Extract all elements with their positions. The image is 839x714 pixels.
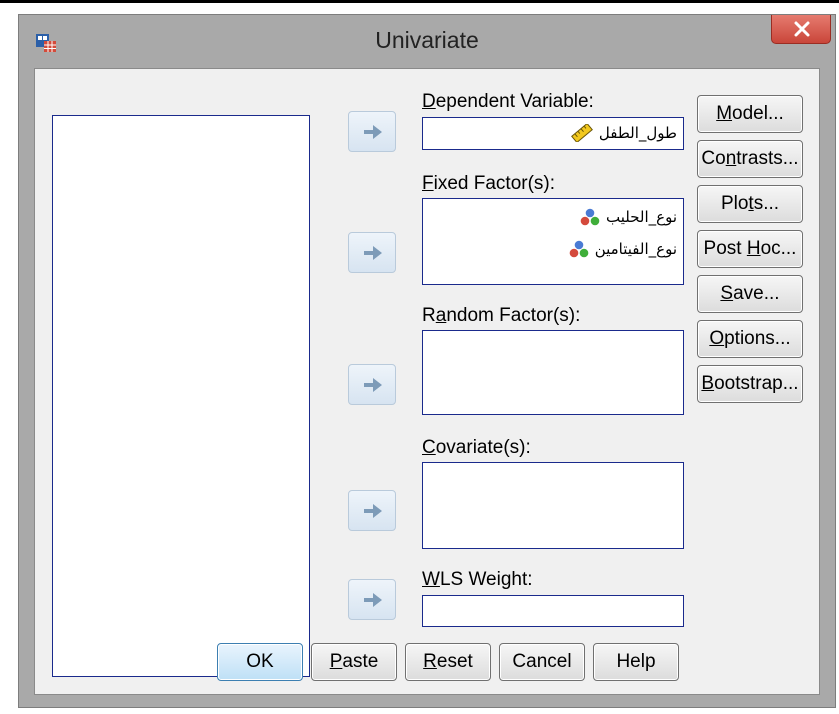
nominal-measure-icon — [569, 240, 588, 258]
dependent-variable-field[interactable]: طول_الطفل — [422, 117, 684, 150]
dependent-variable-item[interactable]: طول_الطفل — [570, 124, 677, 142]
source-variable-list[interactable] — [52, 115, 310, 677]
ruler-scale-icon — [570, 124, 593, 142]
covariates-list[interactable] — [422, 462, 684, 549]
options-button[interactable]: Options... — [697, 320, 803, 358]
title-bar[interactable]: Univariate — [19, 15, 835, 67]
fixed-factor-item[interactable]: نوع_الحليب — [580, 208, 677, 226]
right-arrow-icon — [364, 246, 382, 260]
plots-button[interactable]: Plo t s... — [697, 185, 803, 223]
fixed-factors-label: Fixed Factor(s): — [422, 173, 556, 194]
right-arrow-icon — [364, 593, 382, 607]
variable-name: طول_الطفل — [598, 124, 677, 142]
nominal-measure-icon — [580, 208, 600, 226]
move-to-random-factor-button[interactable] — [348, 364, 396, 405]
right-arrow-icon — [364, 125, 382, 139]
wls-weight-field[interactable] — [422, 595, 684, 627]
bootstrap-button[interactable]: Bootstrap... — [697, 365, 803, 403]
paste-button[interactable]: Paste — [311, 643, 397, 681]
move-to-fixed-factor-button[interactable] — [348, 232, 396, 273]
window-title: Univariate — [375, 27, 479, 53]
move-to-covariate-button[interactable] — [348, 490, 396, 531]
top-border-line — [0, 0, 839, 3]
dialog-body: Dependent Variable: طول_الطفل Fixed Fact… — [34, 68, 820, 695]
contrasts-button[interactable]: Co n trasts... — [697, 140, 803, 178]
fixed-factors-list[interactable]: نوع_الحليب نوع_الفيتامين — [422, 198, 684, 285]
dependent-variable-label: Dependent Variable: — [422, 91, 594, 112]
post-hoc-button[interactable]: Post Hoc... — [697, 230, 803, 268]
save-button[interactable]: Save... — [697, 275, 803, 313]
move-to-dependent-button[interactable] — [348, 111, 396, 152]
wls-weight-label: WLS Weight: — [422, 569, 533, 590]
model-button[interactable]: Model... — [697, 95, 803, 133]
covariates-label: Covariate(s): — [422, 437, 531, 458]
variable-name: نوع_الفيتامين — [594, 240, 677, 258]
univariate-dialog: Univariate Dependent Variable: طول_الطفل… — [18, 14, 836, 708]
ok-button[interactable]: OK — [217, 643, 303, 681]
right-arrow-icon — [364, 378, 382, 392]
cancel-button[interactable]: Cancel — [499, 643, 585, 681]
variable-name: نوع_الحليب — [605, 208, 677, 226]
fixed-factor-item[interactable]: نوع_الفيتامين — [569, 240, 677, 258]
close-button[interactable] — [771, 15, 831, 44]
random-factors-list[interactable] — [422, 330, 684, 415]
reset-button[interactable]: Reset — [405, 643, 491, 681]
move-to-wls-weight-button[interactable] — [348, 579, 396, 620]
random-factors-label: Random Factor(s): — [422, 305, 581, 326]
help-button[interactable]: Help — [593, 643, 679, 681]
close-icon — [794, 21, 810, 37]
right-arrow-icon — [364, 504, 382, 518]
